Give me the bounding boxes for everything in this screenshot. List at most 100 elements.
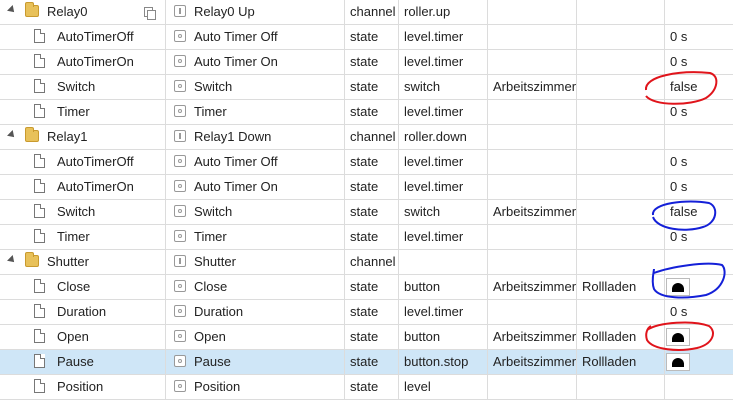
file-icon	[34, 354, 45, 368]
file-icon	[34, 379, 45, 393]
name-cell: Switch	[166, 75, 345, 99]
id-cell: Close	[0, 275, 166, 299]
value-cell[interactable]	[665, 325, 733, 349]
table-row[interactable]: AutoTimerOff Auto Timer Off state level.tim…	[0, 150, 733, 175]
value-cell[interactable]: 0 s	[665, 50, 733, 74]
value-cell[interactable]	[665, 375, 733, 399]
room-cell: Arbeitszimmer	[488, 200, 577, 224]
type-cell: channel	[345, 0, 399, 24]
room-cell	[488, 50, 577, 74]
value-cell[interactable]	[665, 275, 733, 299]
press-button-icon[interactable]	[666, 278, 690, 296]
value-cell[interactable]: false	[665, 200, 733, 224]
room-cell	[488, 375, 577, 399]
type-cell: channel	[345, 125, 399, 149]
table-row[interactable]: Close Close state button Arbeitszimmer Rollla…	[0, 275, 733, 300]
name-cell: Shutter	[166, 250, 345, 274]
table-row[interactable]: AutoTimerOff Auto Timer Off state level.tim…	[0, 25, 733, 50]
object-id: Timer	[57, 104, 90, 119]
type-cell: state	[345, 375, 399, 399]
value-cell[interactable]	[665, 125, 733, 149]
role-cell: button	[399, 275, 488, 299]
table-row[interactable]: Switch Switch state switch Arbeitszimmer fals…	[0, 200, 733, 225]
state-icon	[174, 305, 186, 317]
function-cell	[577, 50, 665, 74]
channel-icon	[174, 255, 186, 267]
id-cell: Relay0	[0, 0, 166, 24]
role-cell: level.timer	[399, 25, 488, 49]
value-cell[interactable]: false	[665, 75, 733, 99]
type-cell: state	[345, 275, 399, 299]
type-cell: state	[345, 50, 399, 74]
role-cell: button	[399, 325, 488, 349]
state-icon	[174, 80, 186, 92]
state-icon	[174, 55, 186, 67]
name-cell: Open	[166, 325, 345, 349]
name-cell: Auto Timer Off	[166, 150, 345, 174]
table-row[interactable]: Shutter Shutter channel	[0, 250, 733, 275]
object-name: Timer	[194, 229, 227, 244]
value-cell[interactable]: 0 s	[665, 175, 733, 199]
object-id: Timer	[57, 229, 90, 244]
type-cell: state	[345, 25, 399, 49]
role-cell: switch	[399, 75, 488, 99]
copy-icon[interactable]	[142, 5, 156, 20]
room-cell	[488, 175, 577, 199]
id-cell: Shutter	[0, 250, 166, 274]
table-row[interactable]: Pause Pause state button.stop Arbeitszimmer R…	[0, 350, 733, 375]
object-id: AutoTimerOff	[57, 29, 134, 44]
room-cell	[488, 300, 577, 324]
function-cell: Rollladen	[577, 275, 665, 299]
state-icon	[174, 30, 186, 42]
expand-toggle-icon[interactable]	[7, 255, 17, 265]
expand-toggle-icon[interactable]	[7, 130, 17, 140]
value-cell[interactable]: 0 s	[665, 225, 733, 249]
expand-toggle-icon[interactable]	[7, 5, 17, 15]
table-row[interactable]: AutoTimerOn Auto Timer On state level.timer…	[0, 175, 733, 200]
table-row[interactable]: AutoTimerOn Auto Timer On state level.timer…	[0, 50, 733, 75]
type-cell: state	[345, 75, 399, 99]
function-cell	[577, 100, 665, 124]
object-id: Switch	[57, 79, 96, 94]
name-cell: Timer	[166, 100, 345, 124]
function-cell: Rollladen	[577, 350, 665, 374]
folder-icon	[25, 252, 39, 267]
table-row[interactable]: Duration Duration state level.timer 0 s	[0, 300, 733, 325]
object-id: Pause	[57, 354, 94, 369]
table-row[interactable]: Relay1 Relay1 Down channel roller.down	[0, 125, 733, 150]
table-row[interactable]: Timer Timer state level.timer 0 s	[0, 225, 733, 250]
table-row[interactable]: Open Open state button Arbeitszimmer Rolllade…	[0, 325, 733, 350]
room-cell	[488, 125, 577, 149]
value-cell[interactable]	[665, 250, 733, 274]
table-row[interactable]: Position Position state level	[0, 375, 733, 400]
value-cell[interactable]: 0 s	[665, 100, 733, 124]
channel-icon	[174, 5, 186, 17]
value-cell[interactable]: 0 s	[665, 25, 733, 49]
value-cell[interactable]: 0 s	[665, 300, 733, 324]
function-cell	[577, 200, 665, 224]
file-icon	[34, 229, 45, 243]
object-name: Auto Timer On	[194, 179, 278, 194]
type-cell: state	[345, 350, 399, 374]
object-name: Relay0 Up	[194, 4, 255, 19]
table-row[interactable]: Switch Switch state switch Arbeitszimmer fals…	[0, 75, 733, 100]
object-id: Open	[57, 329, 89, 344]
state-icon	[174, 205, 186, 217]
press-button-icon[interactable]	[666, 328, 690, 346]
object-name: Position	[194, 379, 241, 394]
id-cell: AutoTimerOff	[0, 25, 166, 49]
table-row[interactable]: Relay0 Relay0 Up channel roller.up	[0, 0, 733, 25]
room-cell	[488, 250, 577, 274]
id-cell: Pause	[0, 350, 166, 374]
table-row[interactable]: Timer Timer state level.timer 0 s	[0, 100, 733, 125]
value-cell[interactable]: 0 s	[665, 150, 733, 174]
value-cell[interactable]	[665, 0, 733, 24]
value-cell[interactable]	[665, 350, 733, 374]
function-cell	[577, 300, 665, 324]
object-name: Auto Timer On	[194, 54, 278, 69]
object-name: Auto Timer Off	[194, 154, 278, 169]
room-cell	[488, 225, 577, 249]
name-cell: Relay0 Up	[166, 0, 345, 24]
press-button-icon[interactable]	[666, 353, 690, 371]
file-icon	[34, 329, 45, 343]
